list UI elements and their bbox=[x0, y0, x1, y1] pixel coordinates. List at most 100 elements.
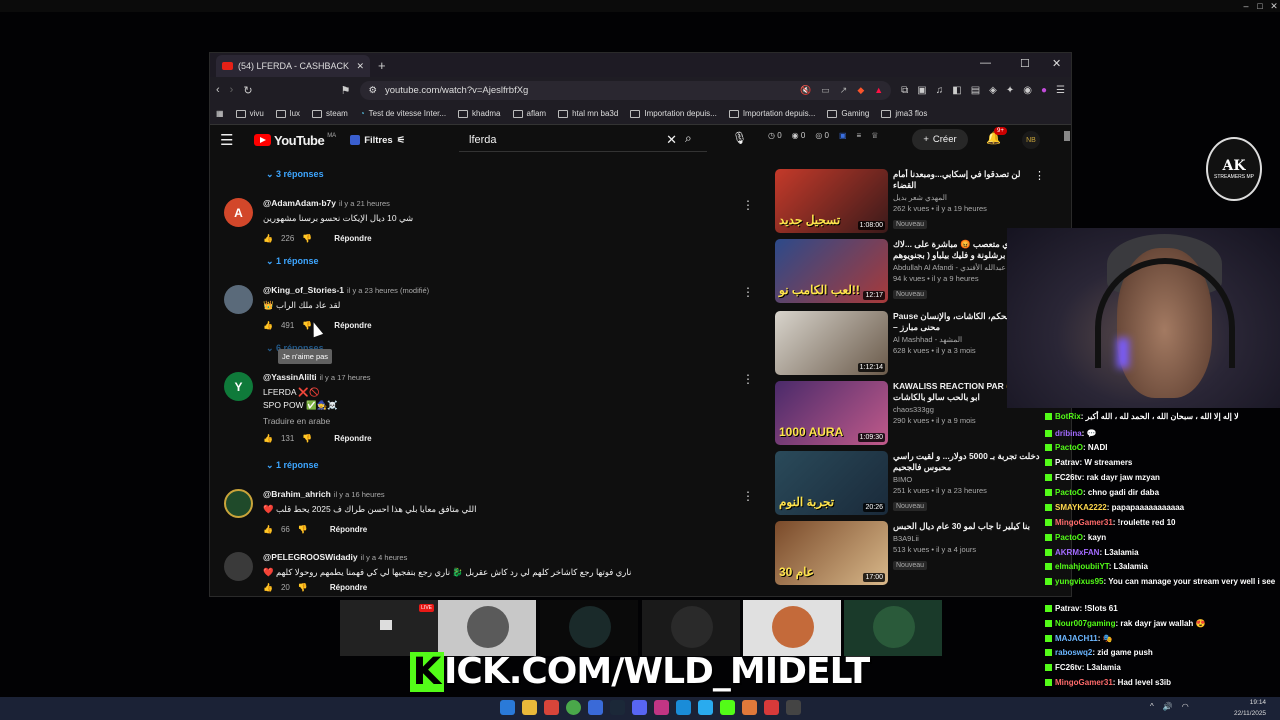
chat-username[interactable]: AKRMxFAN bbox=[1055, 548, 1099, 557]
view-replies-button[interactable]: ⌄ 3 réponses bbox=[266, 169, 324, 180]
comment-avatar[interactable] bbox=[224, 552, 253, 581]
comment-author[interactable]: @King_of_Stories-1 il y a 23 heures (modi… bbox=[263, 285, 743, 295]
instagram-icon[interactable] bbox=[654, 700, 669, 715]
comment-author[interactable]: @YassinAlilti il y a 17 heures bbox=[263, 372, 743, 382]
chrome-icon[interactable] bbox=[566, 700, 581, 715]
bookmark-lux[interactable]: lux bbox=[275, 109, 300, 118]
chat-username[interactable]: MAJACH11 bbox=[1055, 634, 1098, 643]
comment-avatar[interactable] bbox=[224, 285, 253, 314]
recommendation-item[interactable]: 1000 AURA 1:09:30 KAWALISS REACTION PAR … bbox=[775, 381, 1045, 445]
recommendation-item[interactable]: 1:12:14 Pause محكم، الكاشات، والإنسان...… bbox=[775, 311, 1045, 375]
site-info-icon[interactable]: ⚙ bbox=[368, 85, 377, 96]
video-title[interactable]: لن تصدقوا في إسكابي...ومبعدنا أمام القضا… bbox=[893, 169, 1041, 191]
tab-youtube[interactable]: (54) LFERDA - CASHBACK X SPO ✕ bbox=[216, 55, 370, 77]
bookmark-khadma[interactable]: khadma bbox=[458, 109, 501, 118]
cast-icon[interactable]: ▭ bbox=[821, 85, 830, 96]
messenger-icon[interactable] bbox=[676, 700, 691, 715]
recommendation-item[interactable]: تسجيل جديد 1:08:00 لن تصدقوا في إسكابي..… bbox=[775, 169, 1045, 233]
like-icon[interactable]: 👍 bbox=[263, 583, 273, 592]
forward-icon[interactable]: › bbox=[230, 84, 234, 96]
comment-avatar[interactable] bbox=[224, 489, 253, 518]
chat-username[interactable]: dribina bbox=[1055, 429, 1082, 438]
bookmark-steam[interactable]: steam bbox=[312, 109, 348, 118]
video-thumbnail[interactable]: تجربة النوم 20:26 bbox=[775, 451, 888, 515]
taskbar-clock[interactable]: 19:14 22/11/2025 bbox=[1234, 697, 1266, 719]
extension-puzzle-icon[interactable]: ⧉ bbox=[901, 85, 908, 96]
bookmark-jma3[interactable]: jma3 flos bbox=[881, 109, 927, 118]
streamer-tile[interactable] bbox=[642, 600, 740, 656]
chat-username[interactable]: PactoO bbox=[1055, 443, 1083, 452]
app-icon[interactable] bbox=[588, 700, 603, 715]
chat-username[interactable]: Patrav bbox=[1055, 458, 1079, 467]
music-icon[interactable]: ♫ bbox=[936, 85, 944, 96]
bookmark-vivu[interactable]: vivu bbox=[235, 109, 264, 118]
dislike-icon[interactable]: 👎 bbox=[298, 525, 308, 534]
video-thumbnail[interactable]: لعب الكامب نو!! 12:17 bbox=[775, 239, 888, 303]
reply-button[interactable]: Répondre bbox=[334, 234, 371, 243]
bookmark-import-2[interactable]: Importation depuis... bbox=[728, 109, 815, 118]
youtube-logo[interactable]: YouTube MA bbox=[254, 133, 336, 148]
streamer-tile[interactable]: LIVE bbox=[340, 600, 438, 656]
dislike-icon[interactable]: 👎 bbox=[302, 434, 312, 443]
shield-icon[interactable]: ◉ bbox=[1023, 85, 1032, 96]
chat-username[interactable]: SMAYKA2222 bbox=[1055, 503, 1107, 512]
steam-icon[interactable] bbox=[610, 700, 625, 715]
comment-avatar[interactable]: Y bbox=[224, 372, 253, 401]
window-maximize-icon[interactable]: ☐ bbox=[1020, 57, 1030, 70]
search-input[interactable]: lferda ✕ bbox=[459, 129, 707, 152]
chat-username[interactable]: FC26tv bbox=[1055, 663, 1082, 672]
bookmark-page-icon[interactable]: ⚑ bbox=[341, 84, 351, 97]
tab-close-icon[interactable]: ✕ bbox=[356, 61, 364, 72]
clear-search-icon[interactable]: ✕ bbox=[666, 132, 677, 148]
like-icon[interactable]: 👍 bbox=[263, 434, 273, 443]
chat-username[interactable]: Nour007gaming bbox=[1055, 619, 1115, 628]
chat-username[interactable]: FC26tv bbox=[1055, 473, 1082, 482]
bookmark-aflam[interactable]: aflam bbox=[512, 109, 546, 118]
window-close-icon[interactable]: ✕ bbox=[1052, 57, 1061, 70]
chat-username[interactable]: elmahjoubiiYT bbox=[1055, 562, 1109, 571]
speaker-icon[interactable]: 🔊 bbox=[1163, 702, 1173, 711]
wifi-icon[interactable]: ◠ bbox=[1182, 702, 1189, 711]
bookmark-speedtest[interactable]: ◔ Test de vitesse Inter... bbox=[360, 109, 446, 118]
chat-username[interactable]: MingoGamer31 bbox=[1055, 518, 1113, 527]
list-icon[interactable]: ≡ bbox=[857, 131, 862, 140]
window-minimize-icon[interactable]: — bbox=[980, 57, 991, 69]
channel-name[interactable]: BIMO bbox=[893, 475, 1041, 484]
extension-icon[interactable]: ▣ bbox=[917, 85, 926, 96]
channel-name[interactable]: B3A9Lii bbox=[893, 534, 1041, 543]
streamer-tile[interactable] bbox=[438, 600, 536, 656]
comment-author[interactable]: @AdamAdam-b7y il y a 21 heures bbox=[263, 198, 743, 208]
file-explorer-icon[interactable] bbox=[522, 700, 537, 715]
chat-username[interactable]: PactoO bbox=[1055, 488, 1083, 497]
guide-menu-icon[interactable]: ☰ bbox=[220, 131, 244, 149]
brave-icon[interactable] bbox=[544, 700, 559, 715]
brave-rewards-icon[interactable]: ▲ bbox=[874, 85, 883, 96]
chat-username[interactable]: PactoO bbox=[1055, 533, 1083, 542]
apps-grid-icon[interactable]: ▦ bbox=[216, 109, 224, 118]
bookmark-htal[interactable]: htal mn ba3d bbox=[558, 109, 618, 118]
back-icon[interactable]: ‹ bbox=[216, 84, 220, 96]
comment-author[interactable]: @PELEGROOSWidadiy il y a 4 heures bbox=[263, 552, 743, 562]
video-thumbnail[interactable]: تسجيل جديد 1:08:00 bbox=[775, 169, 888, 233]
recommendation-item[interactable]: 30 عام 17:00 بنا كيلير تا جاب لمو 30 عام… bbox=[775, 521, 1045, 585]
brave-shield-icon[interactable]: ◆ bbox=[857, 85, 864, 96]
start-icon[interactable] bbox=[500, 700, 515, 715]
video-menu-icon[interactable]: ⋮ bbox=[1034, 169, 1045, 182]
chat-username[interactable]: Patrav bbox=[1055, 604, 1079, 613]
comment-menu-icon[interactable]: ⋮ bbox=[742, 489, 754, 503]
recommendation-item[interactable]: تجربة النوم 20:26 دخلت تجربة بـ 5000 دول… bbox=[775, 451, 1045, 515]
reply-button[interactable]: Répondre bbox=[334, 321, 371, 330]
reload-icon[interactable]: ↻ bbox=[243, 84, 252, 97]
video-thumbnail[interactable]: 1:12:14 bbox=[775, 311, 888, 375]
create-button[interactable]: + Créer bbox=[912, 129, 968, 150]
scrollbar-thumb[interactable] bbox=[1064, 131, 1070, 141]
video-thumbnail[interactable]: 1000 AURA 1:09:30 bbox=[775, 381, 888, 445]
profile-icon[interactable]: ● bbox=[1041, 85, 1047, 96]
like-icon[interactable]: 👍 bbox=[263, 321, 273, 330]
streamer-tile[interactable] bbox=[743, 600, 841, 656]
app-icon[interactable] bbox=[742, 700, 757, 715]
video-thumbnail[interactable]: 30 عام 17:00 bbox=[775, 521, 888, 585]
bookmark-import-1[interactable]: Importation depuis... bbox=[630, 109, 717, 118]
leo-ai-icon[interactable]: ✦ bbox=[1006, 85, 1014, 96]
reply-button[interactable]: Répondre bbox=[334, 434, 371, 443]
